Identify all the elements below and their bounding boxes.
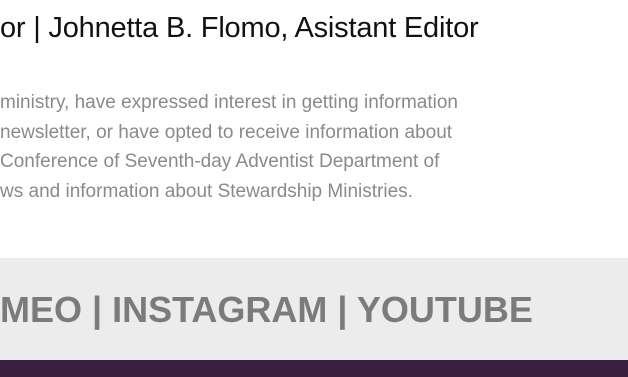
social-links[interactable]: MEO | INSTAGRAM | YOUTUBE (0, 288, 533, 332)
footer-band (0, 360, 628, 377)
social-links-bar: MEO | INSTAGRAM | YOUTUBE (0, 258, 628, 360)
disclaimer-line: ws and information about Stewardship Min… (0, 180, 413, 202)
disclaimer-line: ministry, have expressed interest in get… (0, 92, 458, 113)
editor-credits: or | Johnetta B. Flomo, Asistant Editor (0, 12, 479, 44)
subscription-disclaimer: ministry, have expressed interest in get… (0, 88, 628, 206)
newsletter-page: or | Johnetta B. Flomo, Asistant Editor … (0, 0, 628, 377)
disclaimer-line: newsletter, or have opted to receive inf… (0, 121, 453, 143)
disclaimer-line: Conference of Seventh-day Adventist Depa… (0, 151, 440, 172)
